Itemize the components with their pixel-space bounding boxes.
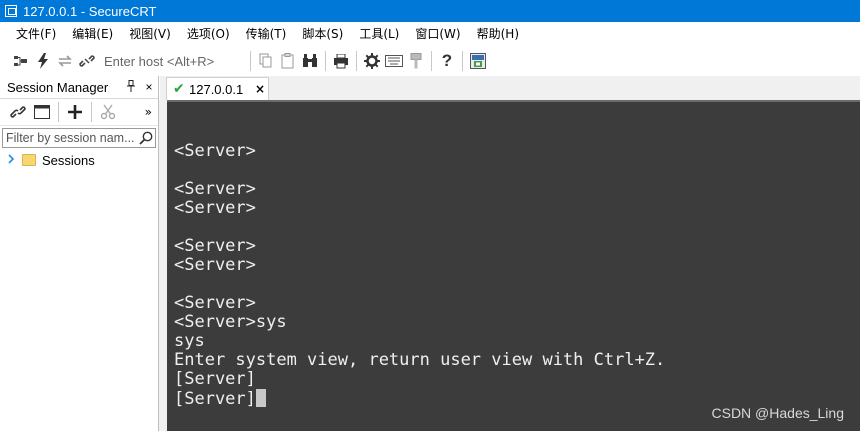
watermark: CSDN @Hades_Ling bbox=[711, 405, 845, 421]
search-icon[interactable] bbox=[139, 131, 153, 145]
toolbar-divider bbox=[462, 51, 463, 71]
toolbar-divider bbox=[431, 51, 432, 71]
keymap-keyboard-icon[interactable] bbox=[383, 50, 405, 72]
session-manager-title: Session Manager bbox=[7, 79, 109, 95]
connect-in-tab-window-icon[interactable] bbox=[30, 101, 54, 123]
tab-127-0-0-1[interactable]: ✔ 127.0.0.1 × bbox=[166, 77, 269, 100]
menu-options[interactable]: 选项(O) bbox=[179, 23, 238, 45]
terminal-line: <Server> bbox=[174, 236, 256, 256]
terminal-line: <Server> bbox=[174, 179, 256, 199]
session-manager-toolbar: » bbox=[0, 99, 158, 126]
sessions-tree-item[interactable]: Sessions bbox=[0, 150, 158, 170]
enter-host-input[interactable] bbox=[98, 50, 246, 72]
settings-gear-icon[interactable] bbox=[361, 50, 383, 72]
paste-icon[interactable] bbox=[277, 50, 299, 72]
reconnect-icon[interactable] bbox=[54, 50, 76, 72]
toolbar-divider bbox=[91, 102, 92, 122]
toolbar-divider bbox=[325, 51, 326, 71]
session-filter-input[interactable] bbox=[3, 130, 138, 146]
folder-icon bbox=[22, 154, 36, 166]
text-cursor bbox=[255, 389, 266, 407]
pane-splitter[interactable] bbox=[159, 100, 167, 431]
menu-tools[interactable]: 工具(L) bbox=[351, 23, 407, 45]
session-manager-pane: Session Manager × » Sessions bbox=[0, 76, 159, 431]
add-session-icon[interactable] bbox=[63, 101, 87, 123]
connected-check-icon: ✔ bbox=[173, 81, 185, 97]
terminal-line: <Server> bbox=[174, 255, 256, 275]
disconnect-icon[interactable] bbox=[76, 50, 98, 72]
tab-label: 127.0.0.1 bbox=[189, 81, 244, 97]
menu-transfer[interactable]: 传输(T) bbox=[238, 23, 295, 45]
terminal-prompt-line: [Server] bbox=[174, 389, 266, 409]
session-manager-close-icon[interactable]: × bbox=[140, 80, 158, 94]
session-manager-header: Session Manager × bbox=[0, 76, 158, 99]
quick-connect-icon[interactable] bbox=[32, 50, 54, 72]
copy-icon[interactable] bbox=[255, 50, 277, 72]
terminal-line: <Server> bbox=[174, 198, 256, 218]
terminal-line: <Server> bbox=[174, 293, 256, 313]
menu-help[interactable]: 帮助(H) bbox=[469, 23, 527, 45]
more-chevron-icon[interactable]: » bbox=[145, 105, 152, 119]
terminal-prompt: [Server] bbox=[174, 389, 256, 409]
connect-in-tab-icon[interactable] bbox=[10, 50, 32, 72]
tab-close-icon[interactable]: × bbox=[252, 82, 268, 96]
terminal-line: sys bbox=[174, 331, 205, 351]
menu-window[interactable]: 窗口(W) bbox=[407, 23, 468, 45]
menu-file[interactable]: 文件(F) bbox=[8, 23, 64, 45]
session-filter-box bbox=[2, 128, 156, 148]
window-title: 127.0.0.1 - SecureCRT bbox=[23, 3, 157, 19]
menu-edit[interactable]: 编辑(E) bbox=[64, 23, 121, 45]
terminal-line: Enter system view, return user view with… bbox=[174, 350, 666, 370]
terminal-line: <Server> bbox=[174, 141, 256, 161]
terminal-line: [Server] bbox=[174, 369, 256, 389]
session-tab-bar: ✔ 127.0.0.1 × bbox=[160, 76, 860, 100]
terminal-output[interactable]: <Server> <Server> <Server> <Server> <Ser… bbox=[167, 100, 860, 431]
menu-script[interactable]: 脚本(S) bbox=[294, 23, 351, 45]
link-connect-icon[interactable] bbox=[6, 101, 30, 123]
keygen-icon[interactable] bbox=[405, 50, 427, 72]
cut-scissors-icon[interactable] bbox=[96, 101, 120, 123]
menu-bar: 文件(F) 编辑(E) 视图(V) 选项(O) 传输(T) 脚本(S) 工具(L… bbox=[0, 22, 860, 46]
find-binoculars-icon[interactable] bbox=[299, 50, 321, 72]
toolbar-divider bbox=[250, 51, 251, 71]
sessions-tree-label: Sessions bbox=[42, 152, 95, 168]
toolbar-divider bbox=[356, 51, 357, 71]
title-bar: 127.0.0.1 - SecureCRT bbox=[0, 0, 860, 22]
pin-icon[interactable] bbox=[122, 79, 140, 95]
menu-view[interactable]: 视图(V) bbox=[121, 23, 179, 45]
main-toolbar: ? bbox=[0, 46, 860, 76]
sftp-session-icon[interactable] bbox=[467, 50, 489, 72]
chevron-right-icon[interactable] bbox=[8, 153, 22, 167]
print-icon[interactable] bbox=[330, 50, 352, 72]
securecrt-app-icon[interactable] bbox=[5, 5, 17, 17]
terminal-line: <Server>sys bbox=[174, 312, 287, 332]
toolbar-divider bbox=[58, 102, 59, 122]
help-icon[interactable]: ? bbox=[436, 50, 458, 72]
